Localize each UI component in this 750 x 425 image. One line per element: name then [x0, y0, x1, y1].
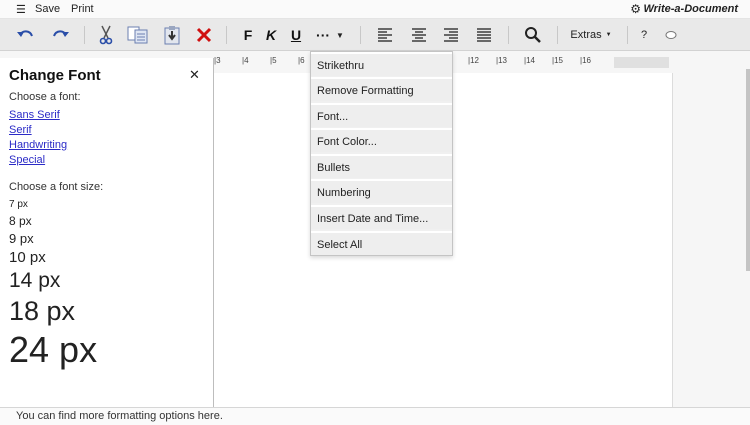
font-size-7[interactable]: 7 px	[9, 200, 28, 210]
delete-button[interactable]	[192, 19, 216, 51]
undo-icon	[17, 30, 33, 37]
gear-icon[interactable]: ⚙	[630, 2, 641, 16]
underline-label: U	[290, 27, 302, 43]
italic-button[interactable]: K	[263, 19, 279, 51]
ruler-tick: 6	[298, 56, 304, 65]
status-text: You can find more formatting options her…	[16, 410, 223, 422]
menu-item-strikethru[interactable]: Strikethru	[311, 52, 452, 76]
align-center-icon	[412, 28, 426, 42]
panel-title: Change Font	[9, 67, 101, 84]
ruler-tick: 13	[496, 56, 507, 65]
redo-button[interactable]	[46, 19, 74, 51]
comment-button[interactable]	[662, 19, 680, 51]
extras-label: Extras	[570, 29, 602, 41]
app-title: Write-a-Document	[643, 3, 738, 15]
font-size-14[interactable]: 14 px	[9, 270, 60, 291]
redo-icon	[53, 30, 69, 37]
ruler-tick: 14	[524, 56, 535, 65]
status-bar: You can find more formatting options her…	[0, 407, 750, 425]
toolbar-separator	[627, 26, 628, 44]
align-center-button[interactable]	[407, 19, 431, 51]
ruler-tick: 15	[552, 56, 563, 65]
font-size-18[interactable]: 18 px	[9, 298, 75, 325]
caret-down-icon: ▼	[336, 30, 344, 40]
menu-item-insert-date-time[interactable]: Insert Date and Time...	[311, 205, 452, 229]
comment-icon	[665, 31, 677, 39]
font-size-10[interactable]: 10 px	[9, 250, 46, 265]
undo-button[interactable]	[12, 19, 40, 51]
paste-icon	[164, 26, 180, 45]
bold-button[interactable]: F	[240, 19, 256, 51]
align-left-icon	[378, 28, 392, 42]
align-right-button[interactable]	[439, 19, 463, 51]
ruler-tick: 4	[242, 56, 248, 65]
extras-button[interactable]: Extras ▼	[566, 19, 616, 51]
menu-item-font-color[interactable]: Font Color...	[311, 128, 452, 152]
scrollbar[interactable]	[746, 69, 750, 271]
italic-label: K	[265, 27, 277, 43]
font-size-24[interactable]: 24 px	[9, 332, 97, 368]
font-option-sans-serif[interactable]: Sans Serif	[9, 109, 60, 121]
toolbar-separator	[557, 26, 558, 44]
toolbar-separator	[226, 26, 227, 44]
font-size-9[interactable]: 9 px	[9, 232, 34, 245]
justify-icon	[477, 28, 491, 42]
toolbar: F K U ··· ▼ Extras ▼ ?	[0, 19, 750, 51]
menubar: ☰ Save Print ⚙ Write-a-Document	[0, 0, 750, 19]
bold-label: F	[243, 27, 253, 43]
caret-down-icon: ▼	[605, 32, 612, 38]
ruler-tick: 5	[270, 56, 276, 65]
menu-item-select-all[interactable]: Select All	[311, 231, 452, 255]
menu-item-bullets[interactable]: Bullets	[311, 154, 452, 178]
ruler-margin[interactable]	[614, 57, 669, 68]
underline-button[interactable]: U	[288, 19, 304, 51]
save-menu-item[interactable]: Save	[35, 3, 60, 15]
more-formatting-menu: Strikethru Remove Formatting Font... Fon…	[310, 51, 453, 256]
align-left-button[interactable]	[373, 19, 397, 51]
hamburger-icon[interactable]: ☰	[16, 3, 26, 16]
menu-item-font[interactable]: Font...	[311, 103, 452, 127]
font-size-8[interactable]: 8 px	[9, 215, 32, 227]
help-button[interactable]: ?	[636, 19, 652, 51]
choose-size-label: Choose a font size:	[9, 181, 104, 193]
choose-font-label: Choose a font:	[9, 91, 81, 103]
print-menu-item[interactable]: Print	[71, 3, 94, 15]
more-label: ···	[316, 27, 331, 43]
menu-item-numbering[interactable]: Numbering	[311, 179, 452, 203]
ruler-tick: 12	[468, 56, 479, 65]
justify-button[interactable]	[472, 19, 496, 51]
menu-item-remove-formatting[interactable]: Remove Formatting	[311, 77, 452, 101]
paste-button[interactable]	[160, 19, 184, 51]
delete-icon	[196, 27, 212, 43]
cut-button[interactable]	[94, 19, 118, 51]
font-option-special[interactable]: Special	[9, 154, 45, 166]
copy-icon	[127, 26, 148, 44]
toolbar-separator	[508, 26, 509, 44]
close-icon[interactable]: ✕	[189, 67, 200, 83]
ruler-tick: 3	[214, 56, 220, 65]
change-font-panel: Change Font ✕ Choose a font: Sans Serif …	[0, 58, 214, 407]
help-label: ?	[640, 29, 648, 41]
align-right-icon	[444, 28, 458, 42]
ruler-tick: 16	[580, 56, 591, 65]
search-icon	[525, 27, 541, 43]
cut-icon	[99, 25, 113, 45]
copy-button[interactable]	[125, 19, 151, 51]
font-option-serif[interactable]: Serif	[9, 124, 32, 136]
search-button[interactable]	[521, 19, 545, 51]
font-option-handwriting[interactable]: Handwriting	[9, 139, 67, 151]
toolbar-separator	[360, 26, 361, 44]
toolbar-separator	[84, 26, 85, 44]
more-formatting-button[interactable]: ··· ▼	[313, 19, 347, 51]
